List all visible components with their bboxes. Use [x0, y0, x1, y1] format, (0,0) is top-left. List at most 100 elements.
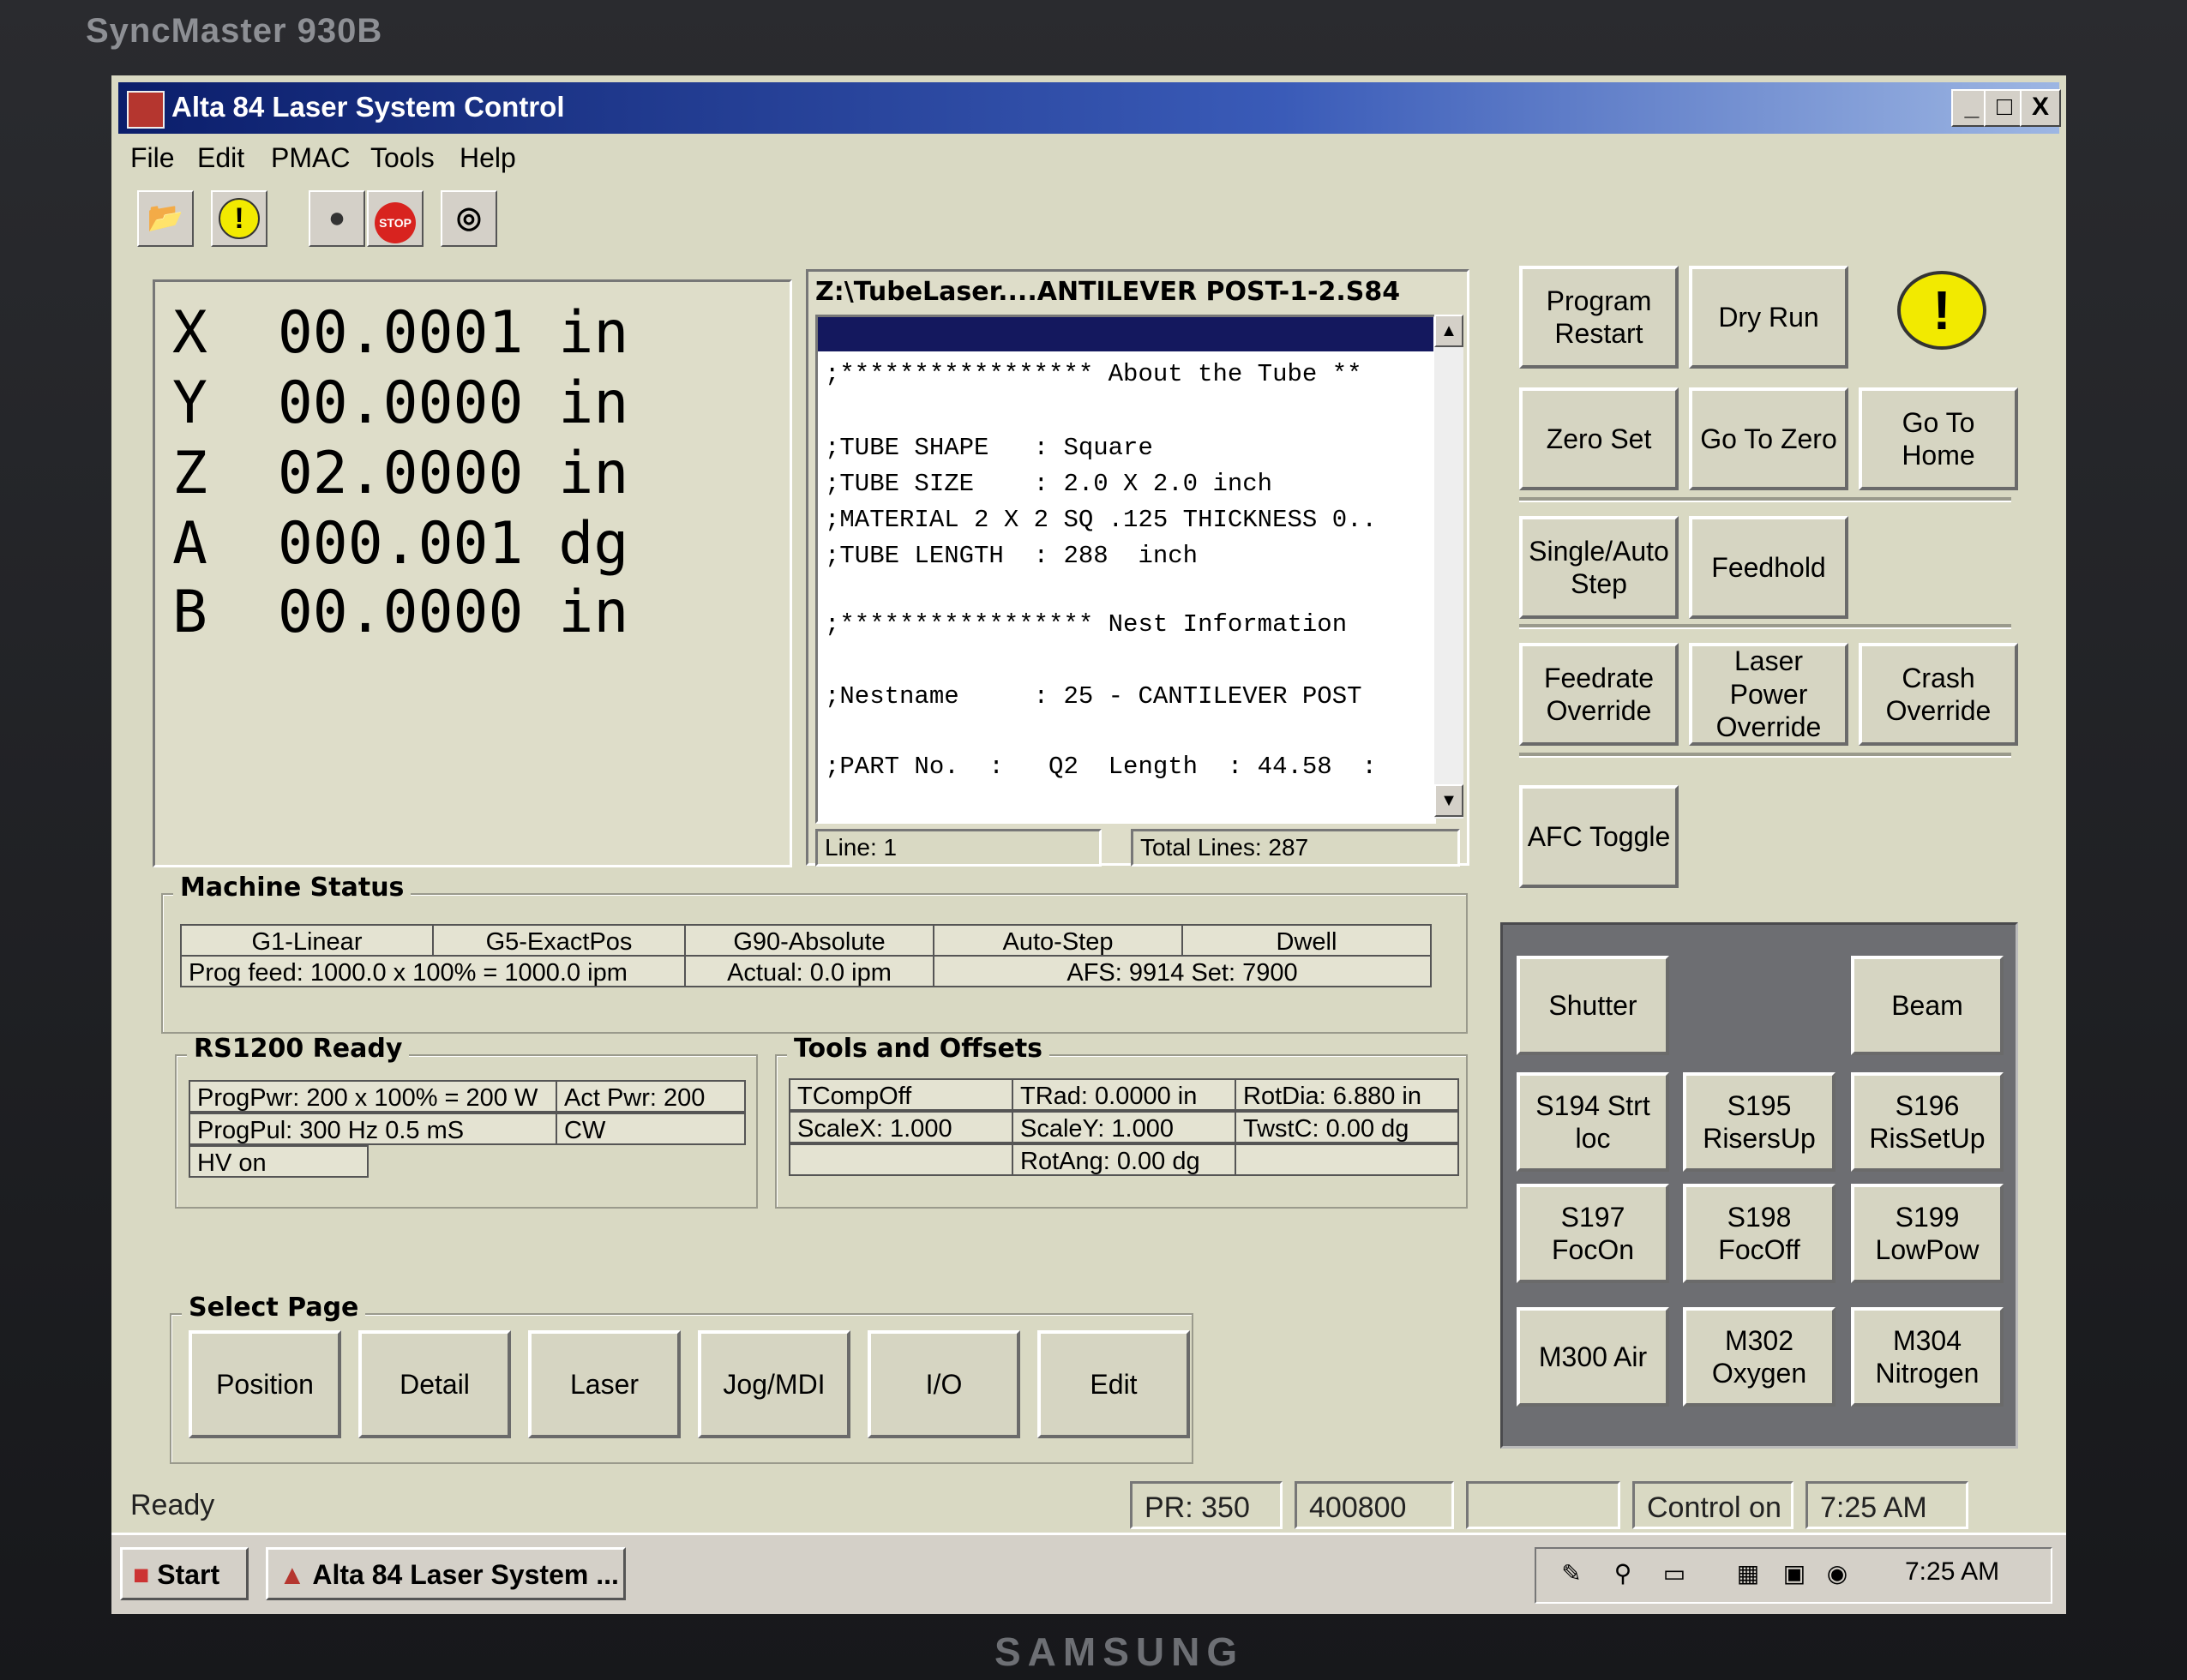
s194-strt-loc-button[interactable]: S194 Strt loc	[1517, 1072, 1669, 1172]
tray-clock[interactable]: 7:25 AM	[1905, 1557, 1999, 1587]
menu-tools[interactable]: Tools	[370, 142, 435, 174]
zero-set-button[interactable]: Zero Set	[1519, 387, 1679, 490]
scroll-up-arrow[interactable]: ▲	[1434, 315, 1463, 347]
menu-file[interactable]: File	[130, 142, 175, 174]
s197-focon-button[interactable]: S197 FocOn	[1517, 1184, 1669, 1283]
program-restart-button[interactable]: Program Restart	[1519, 266, 1679, 369]
maximize-button[interactable]: □	[1984, 89, 2025, 127]
menu-help[interactable]: Help	[460, 142, 516, 174]
traffic-light-button[interactable]: ●	[309, 190, 365, 247]
s196-rissetup-button[interactable]: S196 RisSetUp	[1851, 1072, 2004, 1172]
g5-exactpos-status: G5-ExactPos	[432, 924, 686, 957]
axis-value: 00.0000	[277, 369, 524, 437]
close-button[interactable]: X	[2020, 89, 2061, 127]
menu-edit[interactable]: Edit	[197, 142, 244, 174]
code-line: ;TUBE LENGTH : 288 inch	[825, 542, 1199, 570]
page-io-button[interactable]: I/O	[868, 1330, 1020, 1438]
feedhold-button[interactable]: Feedhold	[1689, 516, 1848, 619]
cw-mode-readout: CW	[556, 1113, 746, 1145]
tray-network-icon[interactable]: ▦	[1733, 1559, 1763, 1588]
scroll-down-arrow[interactable]: ▼	[1434, 784, 1463, 817]
code-line: ;TUBE SHAPE : Square	[825, 434, 1153, 462]
tray-computer-icon[interactable]: ▣	[1780, 1559, 1809, 1588]
code-scrollbar[interactable]: ▲ ▼	[1434, 315, 1463, 819]
s198-focoff-button[interactable]: S198 FocOff	[1683, 1184, 1836, 1283]
selected-line-highlight	[818, 317, 1433, 351]
position-row-x: X 00.0001 in	[172, 299, 628, 367]
beam-button[interactable]: Beam	[1851, 956, 2004, 1055]
g1-linear-status: G1-Linear	[180, 924, 434, 957]
taskbar-app-label: Alta 84 Laser System ...	[312, 1559, 619, 1590]
power-button[interactable]: ◎	[441, 190, 497, 247]
s199-lowpow-button[interactable]: S199 LowPow	[1851, 1184, 2004, 1283]
open-folder-button[interactable]: 📂	[137, 190, 194, 247]
axis-unit: in	[558, 369, 629, 437]
status-code-field: 400800	[1295, 1481, 1454, 1529]
dwell-status: Dwell	[1181, 924, 1432, 957]
windows-logo-icon: ■	[133, 1559, 158, 1590]
axis-value: 000.001	[277, 510, 524, 578]
status-empty-field	[1466, 1481, 1620, 1529]
tray-monitor-icon[interactable]: ▭	[1660, 1559, 1689, 1588]
page-detail-button[interactable]: Detail	[358, 1330, 511, 1438]
m304-nitrogen-button[interactable]: M304 Nitrogen	[1851, 1307, 2004, 1407]
axis-unit: in	[558, 440, 629, 507]
position-row-y: Y 00.0000 in	[172, 369, 628, 437]
tools-offsets-label: Tools and Offsets	[787, 1034, 1050, 1064]
app-small-icon: ▲	[279, 1559, 313, 1590]
rotang-readout: RotAng: 0.00 dg	[1012, 1143, 1236, 1176]
dry-run-button[interactable]: Dry Run	[1689, 266, 1848, 369]
actual-feed-readout: Actual: 0.0 ipm	[684, 955, 934, 987]
taskbar-app-button[interactable]: ▲ Alta 84 Laser System ...	[266, 1547, 626, 1600]
tray-search-icon[interactable]: ⚲	[1608, 1559, 1637, 1588]
go-to-zero-button[interactable]: Go To Zero	[1689, 387, 1848, 490]
traffic-light-icon: ●	[327, 201, 346, 234]
app-icon	[127, 91, 165, 129]
menu-pmac[interactable]: PMAC	[271, 142, 350, 174]
alert-button[interactable]: !	[211, 190, 267, 247]
position-row-a: A 000.001 dg	[172, 510, 628, 578]
total-lines-field: Total Lines: 287	[1131, 829, 1460, 867]
axis-label: A	[172, 510, 207, 578]
laser-power-override-button[interactable]: Laser Power Override	[1689, 643, 1848, 746]
page-position-button[interactable]: Position	[189, 1330, 341, 1438]
tray-edit-icon[interactable]: ✎	[1557, 1559, 1586, 1588]
program-code-list[interactable]: ;***************** About the Tube ** ;TU…	[815, 315, 1436, 824]
folder-icon: 📂	[147, 201, 184, 234]
feedrate-override-button[interactable]: Feedrate Override	[1519, 643, 1679, 746]
toolbar: 📂 ! ● STOP ◎	[118, 183, 2059, 252]
divider	[1519, 753, 2011, 758]
stop-button[interactable]: STOP	[367, 190, 424, 247]
empty-cell	[1235, 1143, 1459, 1176]
single-auto-step-button[interactable]: Single/Auto Step	[1519, 516, 1679, 619]
rs1200-label: RS1200 Ready	[187, 1034, 410, 1064]
axis-unit: dg	[558, 510, 629, 578]
axis-unit: in	[558, 299, 629, 367]
g90-absolute-status: G90-Absolute	[684, 924, 934, 957]
status-bar: Ready PR: 350 400800 Control on 7:25 AM	[118, 1478, 2059, 1533]
system-tray: ✎ ⚲ ▭ ▦ ▣ ◉ 7:25 AM	[1535, 1547, 2052, 1604]
start-button[interactable]: ■ Start	[120, 1547, 249, 1600]
shutter-button[interactable]: Shutter	[1517, 956, 1669, 1055]
tray-globe-icon[interactable]: ◉	[1823, 1559, 1852, 1588]
status-time-field: 7:25 AM	[1805, 1481, 1968, 1529]
m302-oxygen-button[interactable]: M302 Oxygen	[1683, 1307, 1836, 1407]
status-ready-text: Ready	[130, 1489, 215, 1521]
status-pr-field: PR: 350	[1130, 1481, 1283, 1529]
start-label: Start	[157, 1559, 220, 1590]
afs-readout: AFS: 9914 Set: 7900	[933, 955, 1432, 987]
prog-pulse-readout: ProgPul: 300 Hz 0.5 mS	[189, 1113, 557, 1145]
alert-icon[interactable]: !	[1897, 271, 1986, 350]
axis-value: 00.0000	[277, 579, 524, 646]
go-to-home-button[interactable]: Go To Home	[1859, 387, 2018, 490]
page-edit-button[interactable]: Edit	[1037, 1330, 1190, 1438]
page-jog-mdi-button[interactable]: Jog/MDI	[698, 1330, 850, 1438]
axis-label: Z	[172, 440, 207, 507]
current-line-field: Line: 1	[815, 829, 1102, 867]
s195-risersup-button[interactable]: S195 RisersUp	[1683, 1072, 1836, 1172]
m300-air-button[interactable]: M300 Air	[1517, 1307, 1669, 1407]
afc-toggle-button[interactable]: AFC Toggle	[1519, 785, 1679, 888]
page-laser-button[interactable]: Laser	[528, 1330, 681, 1438]
crash-override-button[interactable]: Crash Override	[1859, 643, 2018, 746]
auto-step-status: Auto-Step	[933, 924, 1183, 957]
